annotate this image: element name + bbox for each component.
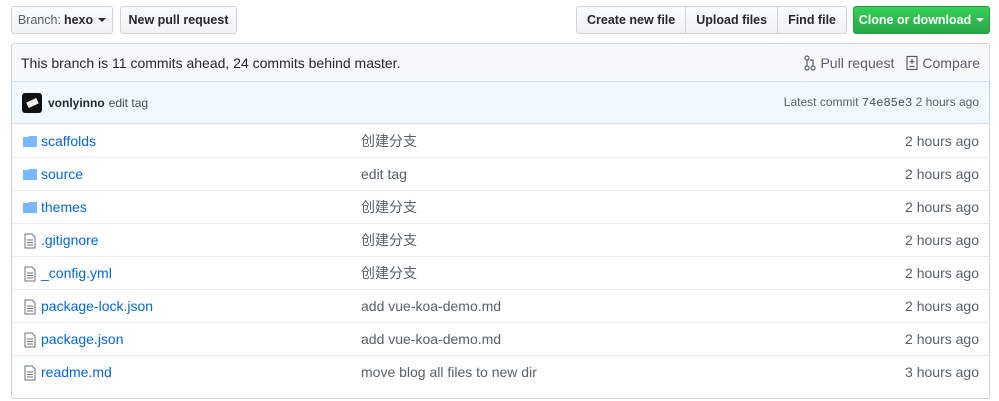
file-row: scaffolds 创建分支 2 hours ago <box>12 124 989 157</box>
clone-label: Clone or download <box>858 13 972 27</box>
file-commit-message[interactable]: 创建分支 <box>361 230 417 250</box>
file-age: 2 hours ago <box>905 132 979 149</box>
commit-author[interactable]: vonlyinno <box>48 96 105 110</box>
compare-label: Compare <box>922 55 980 71</box>
branch-actions: Pull request Compare <box>804 44 980 82</box>
file-row: source edit tag 2 hours ago <box>12 157 989 190</box>
file-commit-message[interactable]: edit tag <box>361 166 407 182</box>
commit-age: 2 hours ago <box>915 95 979 109</box>
file-name-link[interactable]: scaffolds <box>41 133 96 149</box>
branch-name: hexo <box>63 13 94 27</box>
repository-content: This branch is 11 commits ahead, 24 comm… <box>11 43 990 399</box>
file-commit-message[interactable]: 创建分支 <box>361 197 417 217</box>
chevron-down-icon <box>98 18 107 22</box>
file-row: themes 创建分支 2 hours ago <box>12 190 989 223</box>
folder-icon <box>23 134 37 148</box>
pull-request-label: Pull request <box>820 55 895 71</box>
file-commit-message[interactable]: add vue-koa-demo.md <box>361 298 501 314</box>
clone-or-download-button[interactable]: Clone or download <box>853 6 990 34</box>
latest-commit-label: Latest commit <box>783 95 859 109</box>
new-pull-request-button[interactable]: New pull request <box>120 6 237 34</box>
chevron-down-icon <box>976 18 985 22</box>
branch-prefix: Branch: <box>17 13 61 27</box>
file-icon <box>23 233 37 249</box>
avatar[interactable] <box>22 92 42 113</box>
file-icon <box>23 299 37 315</box>
file-row: readme.md move blog all files to new dir 3… <box>12 355 989 388</box>
file-name-link[interactable]: package.json <box>41 331 124 347</box>
file-commit-message[interactable]: 创建分支 <box>361 131 417 151</box>
commit-sha[interactable]: 74e85e3 <box>862 96 912 110</box>
pull-request-link[interactable]: Pull request <box>804 55 894 71</box>
file-age: 2 hours ago <box>905 232 979 248</box>
file-age: 2 hours ago <box>905 265 979 281</box>
file-row: _config.yml 创建分支 2 hours ago <box>12 256 989 289</box>
branch-select-button[interactable]: Branch: hexo <box>11 6 113 34</box>
file-icon <box>23 332 37 348</box>
file-commit-message[interactable]: add vue-koa-demo.md <box>361 331 501 347</box>
file-name-link[interactable]: readme.md <box>41 364 112 380</box>
latest-commit-info: Latest commit 74e85e3 2 hours ago <box>784 95 979 110</box>
file-name-link[interactable]: package-lock.json <box>41 298 153 314</box>
upload-files-button[interactable]: Upload files <box>685 6 779 34</box>
file-name-link[interactable]: _config.yml <box>41 265 112 281</box>
file-age: 2 hours ago <box>905 199 979 215</box>
file-name-link[interactable]: themes <box>41 199 87 215</box>
file-actions-group: Create new file Upload files Find file <box>576 6 847 34</box>
compare-link[interactable]: Compare <box>906 55 980 71</box>
git-pull-request-icon <box>804 55 817 71</box>
file-name-link[interactable]: source <box>41 166 83 182</box>
file-icon <box>23 365 37 381</box>
find-file-button[interactable]: Find file <box>777 6 847 34</box>
folder-icon <box>23 167 37 181</box>
file-age: 2 hours ago <box>905 331 979 347</box>
branch-status-text: This branch is 11 commits ahead, 24 comm… <box>21 54 401 71</box>
file-age: 2 hours ago <box>905 298 979 314</box>
file-row: package-lock.json add vue-koa-demo.md 2 ho… <box>12 289 989 322</box>
create-new-file-button[interactable]: Create new file <box>576 6 687 34</box>
latest-commit-bar: vonlyinno edit tag Latest commit 74e85e3… <box>12 82 989 124</box>
file-commit-message[interactable]: 创建分支 <box>361 263 417 283</box>
file-age: 3 hours ago <box>905 364 979 380</box>
file-icon <box>23 266 37 282</box>
file-row: package.json add vue-koa-demo.md 2 hours a… <box>12 322 989 355</box>
file-name-link[interactable]: .gitignore <box>41 232 99 248</box>
diff-icon <box>906 55 919 71</box>
commit-message[interactable]: edit tag <box>109 96 148 110</box>
file-commit-message[interactable]: move blog all files to new dir <box>361 364 537 380</box>
file-navigation: Branch: hexo New pull request Create new… <box>11 6 990 34</box>
file-list: scaffolds 创建分支 2 hours ago source edit tag 2 … <box>12 124 989 388</box>
folder-icon <box>23 200 37 214</box>
file-age: 2 hours ago <box>905 166 979 182</box>
file-row: .gitignore 创建分支 2 hours ago <box>12 223 989 256</box>
branch-info-bar: This branch is 11 commits ahead, 24 comm… <box>12 44 989 82</box>
